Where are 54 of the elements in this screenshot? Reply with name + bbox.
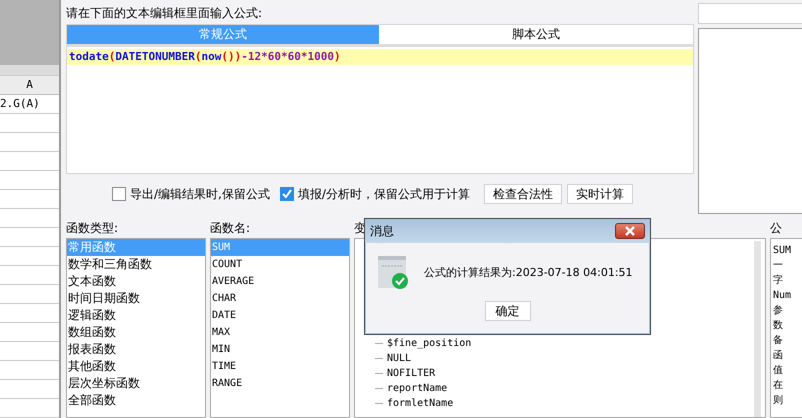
prompt-label: 请在下面的文本编辑框里面输入公式: <box>66 5 264 22</box>
section-label: 函数类型: <box>66 220 118 237</box>
tree-item[interactable]: reportName <box>387 383 448 394</box>
list-item[interactable]: 全部函数 <box>67 392 205 409</box>
tree-item[interactable]: NULL <box>387 353 412 364</box>
formula-editor[interactable]: 常规公式 脚本公式 todate(DATETONUMBER(now())-12*60*60*1000) <box>66 24 694 174</box>
description-text: 参 <box>773 304 784 318</box>
description-text: SUM <box>773 244 792 258</box>
description-text: 数 <box>773 319 784 333</box>
dialog-message: 公式的计算结果为:2023-07-18 04:01:51 <box>424 264 633 280</box>
list-item[interactable]: MIN <box>211 341 349 358</box>
check-icon <box>280 188 293 200</box>
scrollbar[interactable] <box>754 241 761 417</box>
table-cell: 2.G(A) <box>0 95 59 114</box>
action-button[interactable]: 检查合法性 <box>484 184 562 204</box>
description-text: 在 <box>773 379 784 393</box>
list-item[interactable]: 报表函数 <box>67 341 205 358</box>
list-item[interactable]: 文本函数 <box>67 273 205 290</box>
description-text: Num <box>773 289 792 303</box>
list-item[interactable]: CHAR <box>211 290 349 307</box>
list-item[interactable]: TIME <box>211 358 349 375</box>
description-text: 函 <box>773 349 784 363</box>
list-item[interactable]: 层次坐标函数 <box>67 375 205 392</box>
description-text: 字 <box>773 274 784 288</box>
tree-item[interactable]: NOFILTER <box>387 368 436 379</box>
ok-button[interactable]: 确定 <box>484 301 530 321</box>
description-text: 则 <box>773 394 784 408</box>
list-item[interactable]: RANGE <box>211 375 349 392</box>
description-text: 备 <box>773 334 784 348</box>
list-item[interactable]: AVERAGE <box>211 273 349 290</box>
success-icon <box>378 256 408 288</box>
list-item[interactable]: 时间日期函数 <box>67 290 205 307</box>
dialog-title: 消息 <box>370 222 394 240</box>
close-icon[interactable] <box>615 223 645 239</box>
formula-text: todate(DATETONUMBER(now())-12*60*60*1000) <box>67 49 693 65</box>
list-item[interactable]: 逻辑函数 <box>67 307 205 324</box>
description-text: 一 <box>773 259 784 273</box>
option-checkbox[interactable]: 导出/编辑结果时,保留公式 <box>112 186 270 202</box>
section-label: 函数名: <box>210 220 250 237</box>
list-item[interactable]: DATE <box>211 307 349 324</box>
tree-item[interactable]: $fine_position <box>387 338 472 349</box>
tree-item[interactable]: formletName <box>387 398 454 409</box>
section-label: 公 <box>770 220 782 237</box>
list-item[interactable]: 其他函数 <box>67 358 205 375</box>
description-text: 值 <box>773 364 784 378</box>
list-item[interactable]: 数学和三角函数 <box>67 256 205 273</box>
option-checkbox[interactable]: 填报/分析时，保留公式用于计算 <box>280 186 470 202</box>
list-item[interactable]: COUNT <box>211 256 349 273</box>
action-button[interactable]: 实时计算 <box>566 184 633 204</box>
list-item[interactable]: 数组函数 <box>67 324 205 341</box>
column-header: A <box>0 76 59 95</box>
list-item[interactable]: MAX <box>211 324 349 341</box>
search-field[interactable] <box>698 3 802 24</box>
header-band <box>0 65 59 76</box>
